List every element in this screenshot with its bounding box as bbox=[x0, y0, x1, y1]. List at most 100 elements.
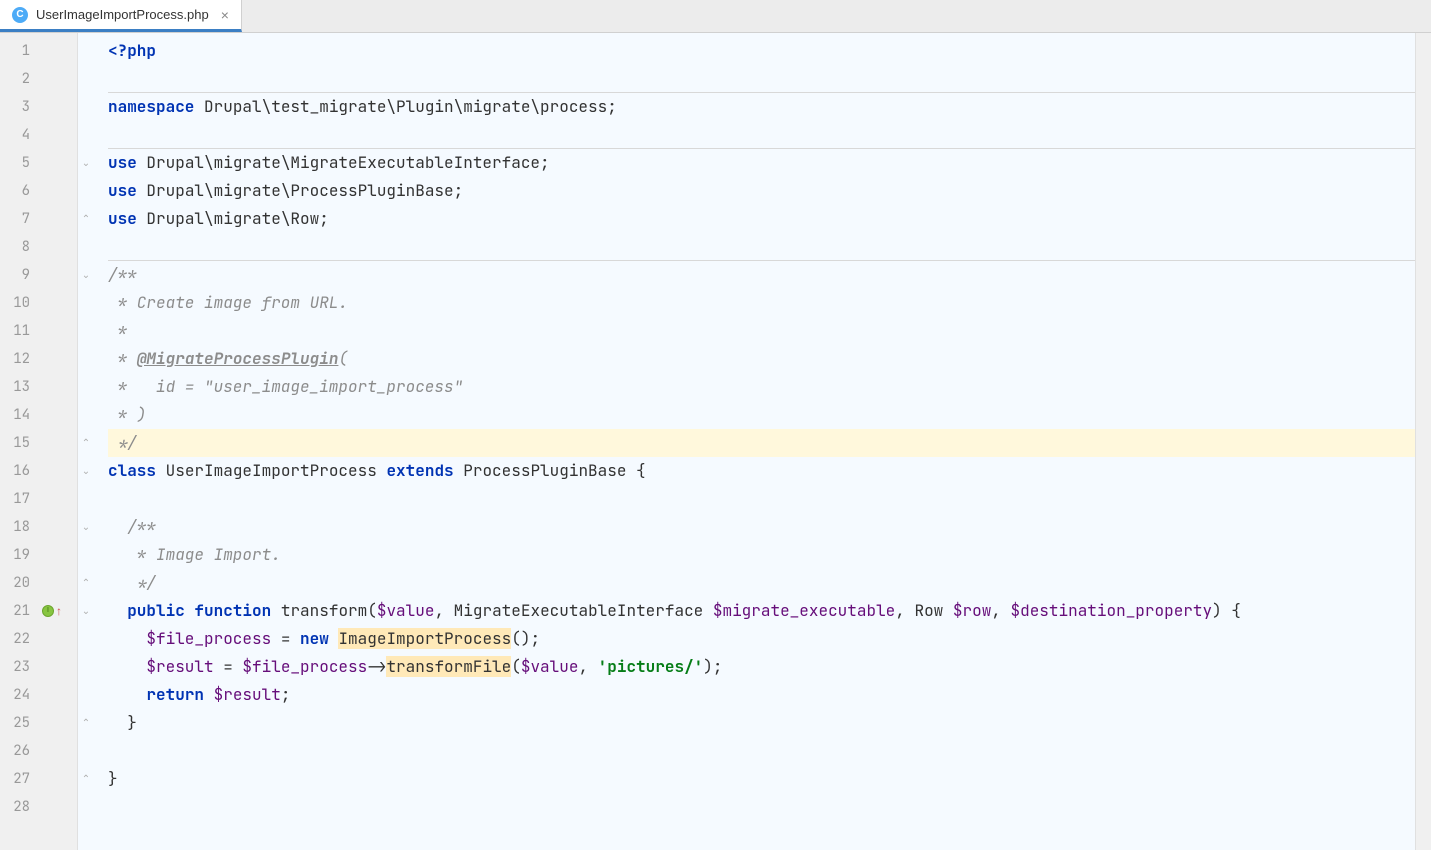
line-number[interactable]: 16 bbox=[0, 462, 38, 480]
code-line[interactable]: */ bbox=[108, 429, 1415, 457]
fold-marker bbox=[78, 37, 94, 65]
line-number[interactable]: 11 bbox=[0, 322, 38, 340]
fold-marker bbox=[78, 625, 94, 653]
line-number[interactable]: 3 bbox=[0, 98, 38, 116]
code-line[interactable]: * ) bbox=[108, 401, 1415, 429]
fold-marker[interactable]: ⌄ bbox=[78, 261, 94, 289]
fold-marker bbox=[78, 317, 94, 345]
code-line[interactable]: <?php bbox=[108, 37, 1415, 65]
line-number[interactable]: 20 bbox=[0, 574, 38, 592]
line-number[interactable]: 4 bbox=[0, 126, 38, 144]
code-line[interactable]: * bbox=[108, 317, 1415, 345]
line-number[interactable]: 13 bbox=[0, 378, 38, 396]
gutter-row: 17 bbox=[0, 485, 77, 513]
line-number[interactable]: 6 bbox=[0, 182, 38, 200]
line-number[interactable]: 26 bbox=[0, 742, 38, 760]
line-number[interactable]: 1 bbox=[0, 42, 38, 60]
php-file-icon: C bbox=[12, 7, 28, 23]
line-number[interactable]: 17 bbox=[0, 490, 38, 508]
line-number[interactable]: 2 bbox=[0, 70, 38, 88]
fold-marker bbox=[78, 121, 94, 149]
fold-marker[interactable]: ⌃ bbox=[78, 205, 94, 233]
override-marker-icon[interactable]: I bbox=[42, 605, 54, 617]
code-line[interactable]: return $result; bbox=[108, 681, 1415, 709]
code-line[interactable]: public function transform($value, Migrat… bbox=[108, 597, 1415, 625]
line-number[interactable]: 19 bbox=[0, 546, 38, 564]
line-number-gutter: 123456789101112131415161718192021I↑22232… bbox=[0, 33, 78, 850]
fold-marker[interactable]: ⌃ bbox=[78, 765, 94, 793]
line-number[interactable]: 7 bbox=[0, 210, 38, 228]
code-line[interactable]: */ bbox=[108, 569, 1415, 597]
code-line[interactable]: * Image Import. bbox=[108, 541, 1415, 569]
code-line[interactable]: use Drupal\migrate\MigrateExecutableInte… bbox=[108, 149, 1415, 177]
editor-pane: 123456789101112131415161718192021I↑22232… bbox=[0, 33, 1431, 850]
gutter-row: 13 bbox=[0, 373, 77, 401]
gutter-row: 27 bbox=[0, 765, 77, 793]
line-number[interactable]: 8 bbox=[0, 238, 38, 256]
gutter-row: 26 bbox=[0, 737, 77, 765]
code-line[interactable]: use Drupal\migrate\ProcessPluginBase; bbox=[108, 177, 1415, 205]
code-line[interactable]: * @MigrateProcessPlugin( bbox=[108, 345, 1415, 373]
gutter-row: 21I↑ bbox=[0, 597, 77, 625]
gutter-row: 23 bbox=[0, 653, 77, 681]
code-line[interactable]: use Drupal\migrate\Row; bbox=[108, 205, 1415, 233]
line-number[interactable]: 15 bbox=[0, 434, 38, 452]
line-number[interactable]: 27 bbox=[0, 770, 38, 788]
code-line[interactable]: namespace Drupal\test_migrate\Plugin\mig… bbox=[108, 93, 1415, 121]
code-line[interactable]: $file_process = new ImageImportProcess()… bbox=[108, 625, 1415, 653]
line-number[interactable]: 21 bbox=[0, 602, 38, 620]
gutter-row: 4 bbox=[0, 121, 77, 149]
code-line[interactable]: } bbox=[108, 709, 1415, 737]
line-number[interactable]: 12 bbox=[0, 350, 38, 368]
line-number[interactable]: 25 bbox=[0, 714, 38, 732]
line-number[interactable]: 22 bbox=[0, 630, 38, 648]
code-line[interactable] bbox=[108, 737, 1415, 765]
code-line[interactable]: } bbox=[108, 765, 1415, 793]
line-number[interactable]: 24 bbox=[0, 686, 38, 704]
code-line[interactable]: * id = "user_image_import_process" bbox=[108, 373, 1415, 401]
gutter-row: 3 bbox=[0, 93, 77, 121]
line-number[interactable]: 10 bbox=[0, 294, 38, 312]
fold-marker[interactable]: ⌃ bbox=[78, 429, 94, 457]
line-number[interactable]: 23 bbox=[0, 658, 38, 676]
code-line[interactable]: /** bbox=[108, 513, 1415, 541]
code-line[interactable] bbox=[108, 485, 1415, 513]
code-line[interactable] bbox=[108, 65, 1415, 93]
gutter-row: 16 bbox=[0, 457, 77, 485]
gutter-row: 6 bbox=[0, 177, 77, 205]
line-number[interactable]: 5 bbox=[0, 154, 38, 172]
fold-marker bbox=[78, 485, 94, 513]
code-line[interactable]: $result = $file_process->transformFile($… bbox=[108, 653, 1415, 681]
line-number[interactable]: 14 bbox=[0, 406, 38, 424]
fold-marker bbox=[78, 653, 94, 681]
code-line[interactable] bbox=[108, 793, 1415, 821]
gutter-row: 1 bbox=[0, 37, 77, 65]
fold-marker[interactable]: ⌄ bbox=[78, 597, 94, 625]
code-line[interactable]: * Create image from URL. bbox=[108, 289, 1415, 317]
gutter-row: 7 bbox=[0, 205, 77, 233]
gutter-row: 19 bbox=[0, 541, 77, 569]
code-line[interactable] bbox=[108, 121, 1415, 149]
fold-marker[interactable]: ⌄ bbox=[78, 149, 94, 177]
gutter-row: 24 bbox=[0, 681, 77, 709]
gutter-row: 5 bbox=[0, 149, 77, 177]
close-icon[interactable]: × bbox=[221, 7, 229, 23]
fold-marker[interactable]: ⌃ bbox=[78, 569, 94, 597]
code-area[interactable]: <?php namespace Drupal\test_migrate\Plugi… bbox=[94, 33, 1415, 850]
code-line[interactable]: /** bbox=[108, 261, 1415, 289]
fold-marker bbox=[78, 93, 94, 121]
tab-title: UserImageImportProcess.php bbox=[36, 7, 209, 22]
fold-marker bbox=[78, 345, 94, 373]
line-number[interactable]: 28 bbox=[0, 798, 38, 816]
fold-gutter: ⌄⌃⌄⌃⌄⌄⌃⌄⌃⌃ bbox=[78, 33, 94, 850]
fold-marker bbox=[78, 65, 94, 93]
fold-marker[interactable]: ⌄ bbox=[78, 513, 94, 541]
gutter-row: 20 bbox=[0, 569, 77, 597]
code-line[interactable] bbox=[108, 233, 1415, 261]
fold-marker[interactable]: ⌃ bbox=[78, 709, 94, 737]
line-number[interactable]: 18 bbox=[0, 518, 38, 536]
code-line[interactable]: class UserImageImportProcess extends Pro… bbox=[108, 457, 1415, 485]
line-number[interactable]: 9 bbox=[0, 266, 38, 284]
tab-active[interactable]: C UserImageImportProcess.php × bbox=[0, 0, 242, 32]
fold-marker[interactable]: ⌄ bbox=[78, 457, 94, 485]
